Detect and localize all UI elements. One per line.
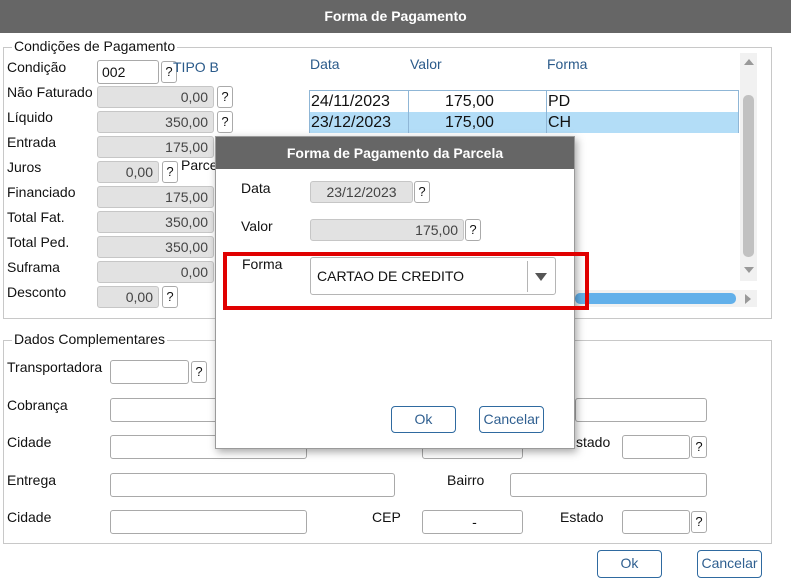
- field-label: Não Faturado: [7, 84, 93, 100]
- forma-select-value: CARTAO DE CREDITO: [317, 268, 465, 284]
- row-forma: CH: [548, 114, 572, 131]
- field-label: Líquido: [7, 109, 53, 125]
- grid-column-divider: [546, 91, 547, 133]
- dialog-data-label: Data: [241, 180, 271, 196]
- chevron-down-icon[interactable]: [535, 273, 547, 281]
- dialog-cancel-button[interactable]: Cancelar: [479, 406, 544, 433]
- ok-button[interactable]: Ok: [597, 550, 662, 578]
- conditions-legend: Condições de Pagamento: [12, 38, 178, 54]
- dialog-valor-help-button[interactable]: ?: [465, 219, 481, 241]
- field-label: Suframa: [7, 259, 60, 275]
- row-data: 24/11/2023: [311, 93, 390, 110]
- field-value: 0,00: [97, 286, 159, 308]
- table-row-selected[interactable]: 23/12/2023 175,00 CH: [310, 112, 738, 133]
- parcelas-label: Parce: [181, 157, 218, 173]
- row-data: 23/12/2023: [311, 114, 392, 131]
- window-title: Forma de Pagamento: [0, 0, 791, 33]
- grid-header-data[interactable]: Data: [310, 56, 340, 72]
- field-help-button[interactable]: ?: [217, 111, 233, 133]
- estado-entrega-help-button[interactable]: ?: [691, 511, 707, 533]
- grid-horizontal-scrollbar[interactable]: [575, 290, 757, 307]
- field-label: Juros: [7, 159, 42, 175]
- cidade-entrega-input[interactable]: [110, 510, 307, 534]
- cep-label: CEP: [372, 509, 401, 525]
- cobranca-label: Cobrança: [7, 397, 68, 413]
- dialog-valor-label: Valor: [241, 218, 273, 234]
- estado-entrega-label: Estado: [560, 509, 604, 525]
- payment-installment-dialog: Forma de Pagamento da Parcela Data 23/12…: [215, 136, 589, 449]
- grid-vertical-scrollbar[interactable]: [740, 53, 757, 281]
- forma-select-divider: [527, 261, 528, 292]
- dialog-title: Forma de Pagamento da Parcela: [216, 137, 574, 169]
- bairro-label: Bairro: [447, 472, 485, 488]
- cidade-label: Cidade: [7, 434, 52, 450]
- grid-header-forma[interactable]: Forma: [547, 56, 587, 72]
- bairro-input[interactable]: [510, 473, 707, 497]
- field-value: 350,00: [97, 236, 214, 258]
- dialog-ok-button[interactable]: Ok: [391, 406, 456, 433]
- table-row[interactable]: 24/11/2023 175,00 PD: [310, 91, 738, 112]
- cidade-entrega-label: Cidade: [7, 509, 52, 525]
- cep-input[interactable]: -: [422, 510, 523, 534]
- estado-label: stado: [576, 434, 611, 450]
- field-label: Desconto: [7, 284, 67, 300]
- field-value: 0,00: [97, 161, 159, 183]
- field-label: Entrada: [7, 134, 57, 150]
- field-value: 0,00: [97, 86, 214, 108]
- field-label: Total Ped.: [7, 234, 70, 250]
- grid-header-valor[interactable]: Valor: [410, 56, 442, 72]
- dialog-valor-field: 175,00: [310, 219, 464, 241]
- field-value: 350,00: [97, 111, 214, 133]
- entrega-label: Entrega: [7, 472, 57, 488]
- estado-input[interactable]: [622, 435, 690, 459]
- scroll-up-icon[interactable]: [744, 59, 754, 65]
- cobranca-extra-input[interactable]: [575, 398, 707, 422]
- estado-help-button[interactable]: ?: [691, 436, 707, 458]
- transportadora-help-button[interactable]: ?: [191, 361, 207, 383]
- field-label: Total Fat.: [7, 209, 65, 225]
- forma-select[interactable]: CARTAO DE CREDITO: [310, 257, 556, 295]
- dialog-forma-label: Forma: [242, 256, 283, 272]
- field-value: 350,00: [97, 211, 214, 233]
- row-valor: 175,00: [445, 114, 494, 131]
- complementary-legend: Dados Complementares: [12, 331, 167, 347]
- condicao-type: TIPO B: [173, 59, 219, 75]
- field-value: 175,00: [97, 136, 214, 158]
- cancel-button[interactable]: Cancelar: [697, 550, 762, 578]
- field-value: 175,00: [97, 186, 214, 208]
- estado-entrega-input[interactable]: [622, 510, 690, 534]
- condicao-label: Condição: [7, 59, 67, 75]
- dialog-data-field: 23/12/2023: [310, 181, 413, 203]
- row-valor: 175,00: [445, 93, 494, 110]
- field-help-button[interactable]: ?: [162, 161, 178, 183]
- scrollbar-thumb-horizontal[interactable]: [575, 293, 736, 304]
- field-help-button[interactable]: ?: [162, 286, 178, 308]
- condicao-input[interactable]: 002: [97, 60, 159, 84]
- grid-column-divider: [408, 91, 409, 133]
- cobranca-input[interactable]: [110, 398, 220, 422]
- entrega-input[interactable]: [110, 473, 395, 497]
- transportadora-label: Transportadora: [7, 359, 103, 375]
- field-help-button[interactable]: ?: [217, 86, 233, 108]
- dialog-data-help-button[interactable]: ?: [414, 181, 430, 203]
- scrollbar-thumb[interactable]: [743, 95, 754, 257]
- field-value: 0,00: [97, 261, 214, 283]
- row-forma: PD: [548, 93, 571, 110]
- scroll-down-icon[interactable]: [744, 267, 754, 273]
- field-label: Financiado: [7, 184, 76, 200]
- scroll-right-icon[interactable]: [745, 294, 751, 304]
- transportadora-input[interactable]: [110, 360, 189, 384]
